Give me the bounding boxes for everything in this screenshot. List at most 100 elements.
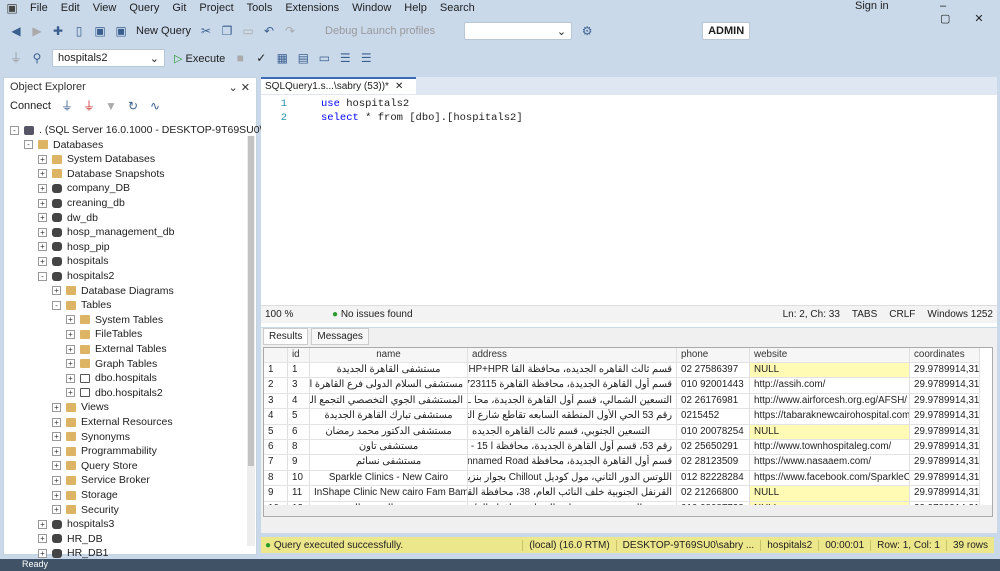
- expand-icon[interactable]: +: [38, 213, 47, 223]
- tools-icon[interactable]: ⚙: [581, 25, 593, 37]
- grid-cell[interactable]: NULL: [750, 363, 910, 378]
- expand-icon[interactable]: +: [52, 490, 61, 500]
- activity-icon[interactable]: ∿: [149, 100, 161, 112]
- tree-item[interactable]: + hospitals3: [38, 517, 114, 531]
- tree-item[interactable]: + dbo.hospitals: [66, 371, 157, 385]
- expand-icon[interactable]: +: [66, 344, 75, 354]
- grid-cell[interactable]: 29.9789914,31.72: [910, 440, 980, 455]
- grid-cell[interactable]: 29.9789914,31.72: [910, 409, 980, 424]
- admin-button[interactable]: ADMIN: [702, 22, 751, 40]
- grid-cell[interactable]: قسم أول القاهرة الجديدة، محافظة Unnamed …: [468, 455, 677, 470]
- collapse-icon[interactable]: -: [10, 125, 19, 135]
- expand-icon[interactable]: +: [38, 548, 47, 558]
- tree-item[interactable]: + hospitals: [38, 254, 108, 268]
- tree-item[interactable]: + company_DB: [38, 181, 130, 195]
- tree-item[interactable]: - . (SQL Server 16.0.1000 - DESKTOP-9T69S…: [10, 123, 292, 137]
- tree-item[interactable]: + dw_db: [38, 211, 98, 225]
- menu-git[interactable]: Git: [172, 2, 186, 14]
- grid-cell[interactable]: 6: [264, 440, 288, 455]
- tab-messages[interactable]: Messages: [311, 328, 369, 345]
- change-connection-icon[interactable]: ⚲: [31, 52, 43, 64]
- column-header[interactable]: coordinates: [910, 348, 980, 363]
- grid-cell[interactable]: 3: [264, 393, 288, 409]
- stop-icon[interactable]: ■: [234, 52, 246, 64]
- comment-icon[interactable]: ☰: [339, 52, 351, 64]
- grid-cell[interactable]: 10: [288, 470, 310, 486]
- menu-view[interactable]: View: [93, 2, 117, 14]
- expand-icon[interactable]: +: [66, 329, 75, 339]
- expand-icon[interactable]: +: [38, 183, 47, 193]
- grid-cell[interactable]: التسعين الشمالي، قسم أول القاهرة الجديدة…: [468, 393, 677, 409]
- menu-project[interactable]: Project: [199, 2, 233, 14]
- grid-header[interactable]: id name address phone website coordinates: [264, 348, 980, 364]
- grid-cell[interactable]: اللوتس الدور الثاني، مول كوديل Chillout …: [468, 470, 677, 486]
- table-row[interactable]: 5 6 مستشفى الدكتور محمد رمضان التسعين الجنو…: [264, 424, 980, 440]
- table-row[interactable]: 34المستشفى الجوي التخصصي التجمع الخامسال…: [264, 393, 980, 410]
- grid-cell[interactable]: 4: [264, 409, 288, 424]
- expand-icon[interactable]: +: [52, 286, 61, 296]
- column-header[interactable]: name: [310, 348, 468, 363]
- menu-file[interactable]: File: [30, 2, 48, 14]
- grid-cell[interactable]: 29.9789914,31.72: [910, 424, 980, 439]
- grid-cell[interactable]: 29.9789914,31.72: [910, 363, 980, 378]
- grid-cell[interactable]: 5: [288, 409, 310, 424]
- grid-cell[interactable]: Sparkle Clinics - New Cairo: [310, 470, 468, 486]
- grid-cell[interactable]: المستشفى الجوي التخصصي التجمع الخامس: [310, 393, 468, 409]
- tree-item[interactable]: + HR_DB: [38, 532, 103, 546]
- results-to-grid-icon[interactable]: ▤: [297, 52, 309, 64]
- grid-cell[interactable]: قسم ثالث القاهره الجديده، محافظة القا XC…: [468, 363, 677, 378]
- grid-cell[interactable]: 012 82228284: [677, 470, 750, 486]
- grid-cell[interactable]: 010 20078254: [677, 424, 750, 439]
- grid-cell[interactable]: https://tabaraknewcairohospital.com/: [750, 409, 910, 424]
- grid-cell[interactable]: 6: [288, 424, 310, 439]
- debug-launch-dropdown[interactable]: Debug Launch profiles: [325, 25, 435, 37]
- redo-icon[interactable]: ↷: [284, 25, 296, 37]
- database-select[interactable]: hospitals2 ⌄: [52, 49, 165, 67]
- column-header[interactable]: address: [468, 348, 677, 363]
- tree-scrollbar[interactable]: [247, 136, 255, 546]
- table-row[interactable]: 6 8 مستشفى تاون رقم 53، قسم أول القاهرة الج…: [264, 440, 980, 456]
- menu-query[interactable]: Query: [129, 2, 159, 14]
- refresh-icon[interactable]: ↻: [127, 100, 139, 112]
- connect-button[interactable]: Connect: [10, 100, 51, 112]
- table-row[interactable]: 23مستشفى السلام الدولى فرع القاهرة الجدي…: [264, 378, 980, 394]
- uncomment-icon[interactable]: ☰: [360, 52, 372, 64]
- grid-cell[interactable]: رقم 53 الحي الأول المنطقه السابعه تقاطع …: [468, 409, 677, 424]
- results-to-text-icon[interactable]: ▭: [318, 52, 330, 64]
- grid-cell[interactable]: 5: [264, 424, 288, 439]
- menu-window[interactable]: Window: [352, 2, 391, 14]
- grid-cell[interactable]: مستشفى تبارك القاهرة الجديدة: [310, 409, 468, 424]
- expand-icon[interactable]: +: [38, 519, 47, 529]
- grid-cell[interactable]: مستشفى تاون: [310, 440, 468, 455]
- expand-icon[interactable]: +: [52, 402, 61, 412]
- grid-cell[interactable]: التسعين الجنوبي، قسم ثالث القاهره الجديد…: [468, 424, 677, 439]
- grid-cell[interactable]: NULL: [750, 486, 910, 501]
- expand-icon[interactable]: +: [52, 432, 61, 442]
- tree-item[interactable]: + Database Snapshots: [38, 167, 164, 181]
- tree-item[interactable]: + Query Store: [52, 459, 138, 473]
- expand-icon[interactable]: +: [38, 198, 47, 208]
- tree-item[interactable]: + System Tables: [66, 313, 163, 327]
- grid-cell[interactable]: 2: [264, 378, 288, 393]
- column-header[interactable]: phone: [677, 348, 750, 363]
- forward-icon[interactable]: ▶: [31, 25, 43, 37]
- cut-icon[interactable]: ✂: [200, 25, 212, 37]
- grid-cell[interactable]: 29.9789914,31.72: [910, 455, 980, 470]
- grid-cell[interactable]: http://www.airforcesh.org.eg/AFSH/: [750, 393, 910, 409]
- results-grid[interactable]: id name address phone website coordinates 1 1 مس…: [263, 347, 993, 517]
- collapse-icon[interactable]: -: [24, 140, 33, 150]
- table-row[interactable]: 8 10 Sparkle Clinics - New Cairo اللوتس الد…: [264, 470, 980, 487]
- expand-icon[interactable]: +: [38, 154, 47, 164]
- grid-cell[interactable]: قسم أول القاهرة الجديدة، محافظة القاهرة …: [468, 378, 677, 393]
- grid-cell[interactable]: القرنفل الجنوبية خلف النائب العام، 38، م…: [468, 486, 677, 501]
- grid-cell[interactable]: http://www.townhospitaleg.com/: [750, 440, 910, 455]
- table-row[interactable]: 4 5 مستشفى تبارك القاهرة الجديدة رقم 53 الح…: [264, 409, 980, 425]
- back-icon[interactable]: ◀: [10, 25, 22, 37]
- save-icon[interactable]: ▣: [94, 25, 106, 37]
- grid-cell[interactable]: 0215452: [677, 409, 750, 424]
- expand-icon[interactable]: +: [66, 373, 75, 383]
- grid-cell[interactable]: مستشفى نسائم: [310, 455, 468, 470]
- menu-extensions[interactable]: Extensions: [285, 2, 339, 14]
- tree-item[interactable]: + Graph Tables: [66, 357, 157, 371]
- grid-cell[interactable]: 02 25650291: [677, 440, 750, 455]
